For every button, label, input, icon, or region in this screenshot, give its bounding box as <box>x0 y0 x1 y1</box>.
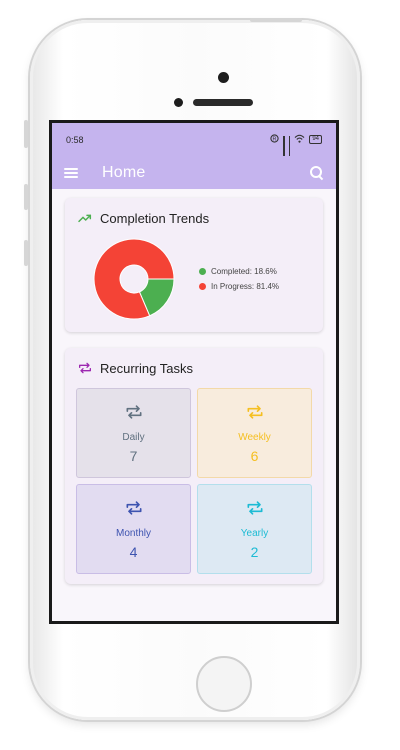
repeat-icon <box>247 501 262 515</box>
legend-dot-completed <box>199 268 206 275</box>
recurring-tiles-grid: Daily 7 Weekly 6 Monthly 4 Yearly 2 <box>65 376 323 584</box>
tile-count-weekly: 6 <box>250 448 259 464</box>
status-bar: 0:58 R 94 <box>52 123 336 156</box>
phone-screen: 0:58 R 94 Home Completion Trends Complet… <box>49 120 339 624</box>
repeat-icon <box>247 405 262 419</box>
main-content: Completion Trends Completed: 18.6% In Pr… <box>52 189 336 609</box>
power-button <box>250 18 302 22</box>
completion-trends-title: Completion Trends <box>100 210 210 226</box>
tile-count-daily: 7 <box>129 448 138 464</box>
volume-up-button <box>24 184 28 210</box>
wifi-icon <box>294 134 305 145</box>
completion-trends-card: Completion Trends Completed: 18.6% In Pr… <box>65 198 323 332</box>
earpiece-speaker <box>193 99 253 106</box>
completion-trends-header: Completion Trends <box>65 198 323 226</box>
legend-item-completed: Completed: 18.6% <box>199 267 279 276</box>
tile-monthly[interactable]: Monthly 4 <box>76 484 191 574</box>
page-title: Home <box>102 163 146 181</box>
app-display: 0:58 R 94 Home Completion Trends Complet… <box>52 123 336 621</box>
repeat-icon <box>126 405 141 419</box>
tile-label-daily: Daily <box>122 432 145 443</box>
status-icons: R 94 <box>270 134 322 156</box>
menu-icon[interactable] <box>64 167 78 178</box>
tile-count-monthly: 4 <box>129 544 138 560</box>
front-camera <box>218 72 229 83</box>
status-time: 0:58 <box>66 134 84 145</box>
recurring-tasks-title: Recurring Tasks <box>100 360 193 376</box>
tile-yearly[interactable]: Yearly 2 <box>197 484 312 574</box>
tile-label-yearly: Yearly <box>240 528 269 539</box>
pie-legend: Completed: 18.6% In Progress: 81.4% <box>199 261 279 297</box>
tile-label-weekly: Weekly <box>238 432 271 443</box>
svg-text:R: R <box>273 136 277 142</box>
tile-weekly[interactable]: Weekly 6 <box>197 388 312 478</box>
tile-label-monthly: Monthly <box>115 528 151 539</box>
legend-label-completed: Completed: 18.6% <box>211 267 277 276</box>
legend-dot-in-progress <box>199 283 206 290</box>
legend-label-in-progress: In Progress: 81.4% <box>211 282 280 291</box>
signal-icon-2 <box>288 135 291 156</box>
repeat-icon <box>126 501 141 515</box>
legend-item-in-progress: In Progress: 81.4% <box>199 282 279 291</box>
completion-trends-body: Completed: 18.6% In Progress: 81.4% <box>65 226 323 332</box>
signal-icon-1 <box>283 135 285 156</box>
recurring-tasks-header: Recurring Tasks <box>65 348 323 376</box>
alarm-icon: R <box>270 134 279 145</box>
app-bar: Home <box>52 156 336 189</box>
volume-down-button <box>24 240 28 266</box>
recurring-tasks-card: Recurring Tasks Daily 7 Weekly 6 Monthly… <box>65 348 323 584</box>
repeat-icon <box>79 362 91 374</box>
trending-up-icon <box>78 214 92 223</box>
proximity-sensor <box>174 98 183 107</box>
battery-icon: 94 <box>309 135 322 144</box>
mute-switch <box>24 120 28 148</box>
tile-count-yearly: 2 <box>250 544 259 560</box>
completion-pie-chart <box>93 238 175 320</box>
home-button[interactable] <box>196 656 252 712</box>
search-icon[interactable] <box>310 165 324 180</box>
tile-daily[interactable]: Daily 7 <box>76 388 191 478</box>
